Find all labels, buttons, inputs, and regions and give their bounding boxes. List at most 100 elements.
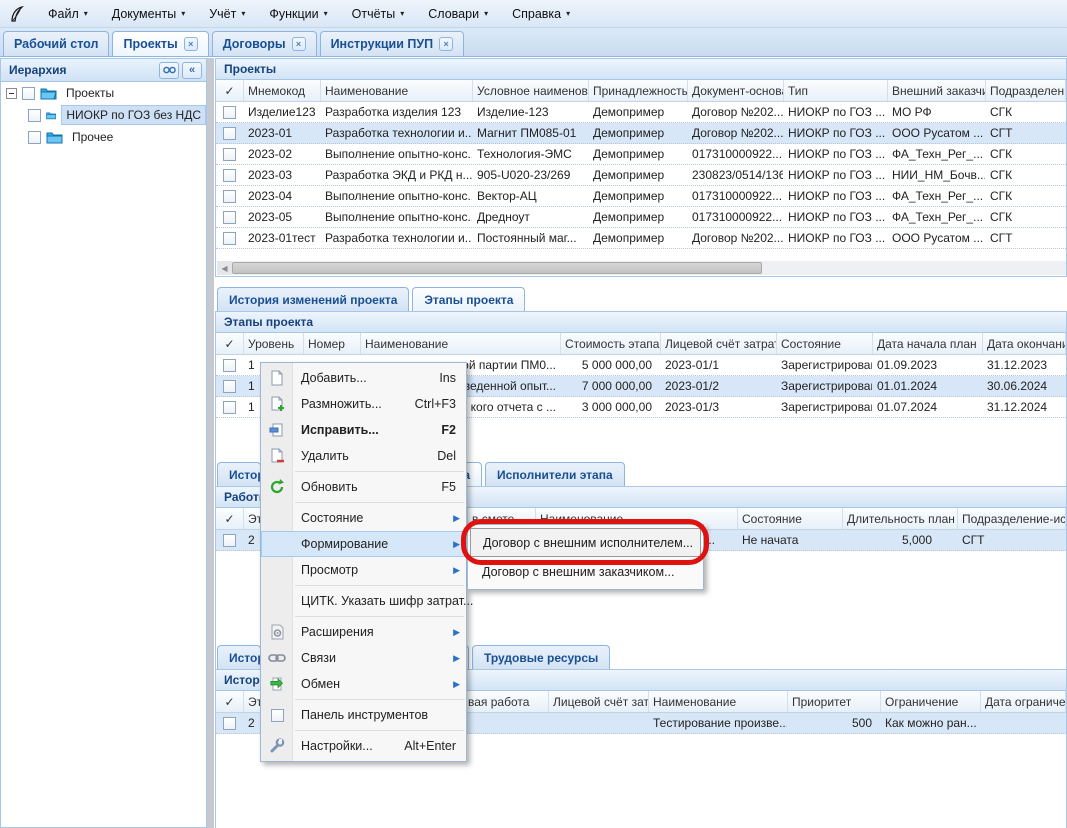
menu-item-formation[interactable]: Формирование▶ <box>261 531 466 557</box>
column-header[interactable]: Лицевой счёт затр <box>549 691 649 712</box>
column-header[interactable]: Дата начала план <box>873 333 983 354</box>
tree-node-projects[interactable]: Проекты <box>1 82 206 104</box>
tab-history-fragment[interactable]: Истор <box>217 645 261 669</box>
row-checkbox[interactable] <box>223 401 236 414</box>
menu-item-exchange[interactable]: Обмен▶ <box>261 671 466 697</box>
close-icon[interactable]: × <box>292 37 306 51</box>
column-header[interactable]: Состояние <box>777 333 873 354</box>
row-checkbox[interactable] <box>223 106 236 119</box>
menu-item-citk-cost-code[interactable]: ЦИТК. Указать шифр затрат... <box>261 588 466 614</box>
menu-file[interactable]: Файл▾ <box>36 3 100 25</box>
scrollbar-thumb[interactable] <box>232 262 762 274</box>
column-header[interactable]: Принадлежность <box>589 80 688 101</box>
column-header[interactable]: Условное наименова <box>473 80 589 101</box>
row-checkbox[interactable] <box>223 169 236 182</box>
row-checkbox[interactable] <box>223 359 236 372</box>
select-all-checkmark-icon[interactable]: ✓ <box>216 691 244 712</box>
tree-checkbox[interactable] <box>28 131 41 144</box>
column-header[interactable]: вая работа <box>464 691 549 712</box>
column-header[interactable]: Наименование <box>321 80 473 101</box>
tab-instructions[interactable]: Инструкции ПУП× <box>320 31 465 56</box>
splitter[interactable] <box>207 58 214 828</box>
menu-item-refresh[interactable]: ОбновитьF5 <box>261 474 466 500</box>
chevron-down-icon: ▾ <box>181 9 185 18</box>
menu-item-add[interactable]: Добавить...Ins <box>261 365 466 391</box>
horizontal-scrollbar[interactable]: ◀ <box>217 261 1066 275</box>
row-checkbox[interactable] <box>223 211 236 224</box>
submenu-item-external-customer-contract[interactable]: Договор с внешним заказчиком... <box>470 557 701 586</box>
tab-history-fragment[interactable]: Истор <box>217 462 261 486</box>
table-row[interactable]: Изделие123Разработка изделия 123Изделие-… <box>216 102 1066 123</box>
column-header[interactable]: Приоритет <box>788 691 881 712</box>
close-icon[interactable]: × <box>184 37 198 51</box>
column-header[interactable]: Дата окончани <box>983 333 1066 354</box>
collapse-icon[interactable]: « <box>182 62 202 79</box>
menu-item-toolbar-toggle[interactable]: Панель инструментов <box>261 702 466 728</box>
tab-contracts[interactable]: Договоры× <box>212 31 317 56</box>
table-row[interactable]: 2023-05Выполнение опытно-конс...Дредноут… <box>216 207 1066 228</box>
tab-stage-executors[interactable]: Исполнители этапа <box>485 462 625 486</box>
table-row-selected[interactable]: 2023-01Разработка технологии и...Магнит … <box>216 123 1066 144</box>
menu-help[interactable]: Справка▾ <box>500 3 582 25</box>
row-checkbox[interactable] <box>223 380 236 393</box>
select-all-checkmark-icon[interactable]: ✓ <box>216 80 244 101</box>
column-header[interactable]: Уровень <box>244 333 304 354</box>
close-icon[interactable]: × <box>439 37 453 51</box>
row-checkbox[interactable] <box>223 232 236 245</box>
column-header[interactable]: Ограничение <box>881 691 981 712</box>
menu-dictionaries[interactable]: Словари▾ <box>416 3 500 25</box>
menu-accounting[interactable]: Учёт▾ <box>197 3 257 25</box>
menu-item-state[interactable]: Состояние▶ <box>261 505 466 531</box>
column-header[interactable]: Наименование <box>361 333 561 354</box>
menu-item-delete[interactable]: УдалитьDel <box>261 443 466 469</box>
menu-reports[interactable]: Отчёты▾ <box>340 3 417 25</box>
tab-project-history[interactable]: История изменений проекта <box>217 287 409 311</box>
menu-documents[interactable]: Документы▾ <box>100 3 197 25</box>
tree-checkbox[interactable] <box>28 109 41 122</box>
tree-checkbox[interactable] <box>22 87 35 100</box>
select-all-checkmark-icon[interactable]: ✓ <box>216 333 244 354</box>
submenu-item-external-executor-contract[interactable]: Договор с внешним исполнителем... <box>470 528 701 557</box>
tab-projects[interactable]: Проекты× <box>112 31 208 56</box>
menu-item-settings[interactable]: Настройки...Alt+Enter <box>261 733 466 759</box>
table-row[interactable]: 2023-04Выполнение опытно-конс...Вектор-А… <box>216 186 1066 207</box>
select-all-checkmark-icon[interactable]: ✓ <box>216 508 244 529</box>
row-checkbox[interactable] <box>223 534 236 547</box>
app-logo-icon <box>6 3 28 25</box>
search-icon[interactable] <box>159 62 179 79</box>
column-header[interactable]: Дата ограничени <box>981 691 1066 712</box>
column-header[interactable]: Мнемокод <box>244 80 321 101</box>
tree-expander-icon[interactable] <box>6 88 17 99</box>
column-header[interactable]: Подразделение-испо <box>958 508 1066 529</box>
column-header[interactable]: Лицевой счёт затрат. <box>661 333 777 354</box>
page-minus-icon <box>261 448 293 464</box>
column-header[interactable]: Состояние <box>738 508 843 529</box>
table-row[interactable]: 2023-01тестРазработка технологии и...Пос… <box>216 228 1066 249</box>
row-checkbox[interactable] <box>223 148 236 161</box>
tab-desktop[interactable]: Рабочий стол <box>3 31 109 56</box>
tree-node-other[interactable]: Прочее <box>1 126 206 148</box>
column-header-sorted[interactable]: Длительность план ▼ <box>843 508 958 529</box>
row-checkbox[interactable] <box>223 127 236 140</box>
table-row[interactable]: 2023-03Разработка ЭКД и РКД н...905-U020… <box>216 165 1066 186</box>
scroll-left-icon[interactable]: ◀ <box>217 261 232 275</box>
menu-item-view[interactable]: Просмотр▶ <box>261 557 466 583</box>
tree-node-niokr[interactable]: НИОКР по ГОЗ без НДС <box>1 104 206 126</box>
column-header[interactable]: Тип <box>784 80 888 101</box>
tab-project-stages[interactable]: Этапы проекта <box>412 287 525 311</box>
menu-item-clone[interactable]: Размножить...Ctrl+F3 <box>261 391 466 417</box>
row-checkbox[interactable] <box>223 717 236 730</box>
menu-functions[interactable]: Функции▾ <box>257 3 339 25</box>
menu-item-extensions[interactable]: Расширения▶ <box>261 619 466 645</box>
column-header[interactable]: Документ-основан <box>688 80 784 101</box>
row-checkbox[interactable] <box>223 190 236 203</box>
column-header[interactable]: Подразделение <box>986 80 1066 101</box>
column-header[interactable]: Стоимость этапа <box>561 333 661 354</box>
column-header[interactable]: Наименование <box>649 691 788 712</box>
menu-item-links[interactable]: Связи▶ <box>261 645 466 671</box>
tab-labor-resources[interactable]: Трудовые ресурсы <box>472 645 610 669</box>
column-header[interactable]: Номер <box>304 333 361 354</box>
menu-item-edit[interactable]: Исправить...F2 <box>261 417 466 443</box>
table-row[interactable]: 2023-02Выполнение опытно-конс...Технолог… <box>216 144 1066 165</box>
column-header[interactable]: Внешний заказчик <box>888 80 986 101</box>
